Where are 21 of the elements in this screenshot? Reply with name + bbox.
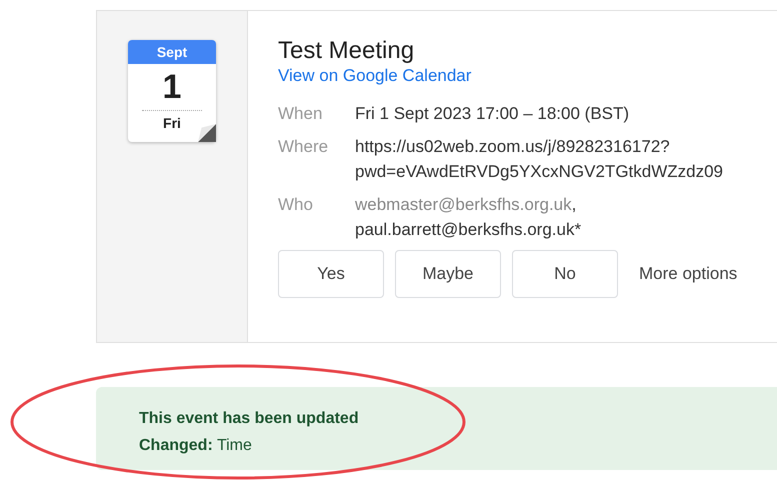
detail-label: When: [278, 103, 324, 125]
page-curl-icon: [198, 124, 216, 142]
detail-value: Fri 1 Sept 2023 17:00 – 18:00 (BST): [355, 103, 630, 125]
rsvp-button[interactable]: No: [512, 250, 618, 298]
event-title: Test Meeting: [278, 37, 416, 65]
calendar-link[interactable]: View on Google Calendar: [278, 65, 748, 87]
rsvp-button[interactable]: Yes: [278, 250, 384, 298]
calendar-weekday: Fri: [163, 115, 181, 131]
guest-email: paul.barrett@berksfhs.org.uk*: [355, 220, 582, 239]
guest-email: webmaster@berksfhs.org.uk: [355, 195, 572, 214]
detail-value: https://us02web.zoom.us/j/89282316172?: [355, 136, 671, 158]
more-options-button[interactable]: More options: [629, 264, 748, 284]
notice-title: This event has been updated: [139, 409, 360, 429]
detail-label: Where: [278, 136, 330, 158]
calendar-day: 1: [162, 68, 182, 106]
calendar-month: Sept: [128, 40, 216, 64]
detail-value: pwd=eVAwdEtRVDg5YXcxNGV2TGtkdWZzdz09: [355, 161, 724, 183]
separator-text: ,: [572, 195, 576, 214]
notice-change: Changed: Time: [139, 436, 253, 456]
rsvp-button[interactable]: Maybe: [395, 250, 501, 298]
detail-label: Who: [278, 194, 314, 216]
